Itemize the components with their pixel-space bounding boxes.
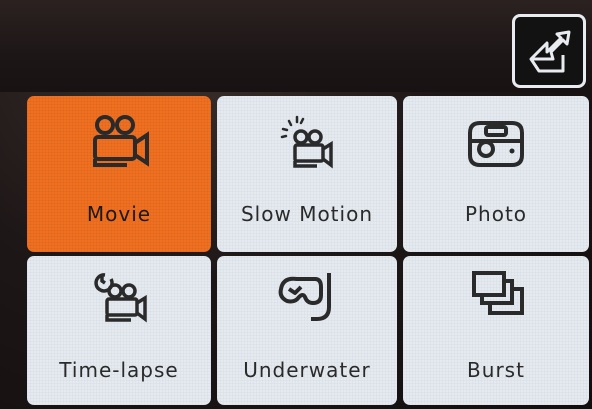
mode-tile-time-lapse[interactable]: Time-lapse bbox=[27, 256, 211, 405]
diving-mask-icon bbox=[278, 273, 331, 321]
mode-label: Slow Motion bbox=[240, 202, 373, 226]
photo-camera-icon bbox=[468, 121, 524, 167]
back-button[interactable] bbox=[512, 14, 586, 88]
slow-motion-camera-icon bbox=[280, 115, 333, 169]
return-arrow-icon bbox=[529, 30, 571, 73]
mode-label: Burst bbox=[467, 358, 525, 382]
mode-grid: Movie Slow Motion Photo Time-lapse Under… bbox=[24, 96, 592, 409]
mode-tile-burst[interactable]: Burst bbox=[403, 256, 589, 405]
mode-label: Movie bbox=[86, 202, 152, 226]
mode-tile-photo[interactable]: Photo bbox=[403, 96, 589, 252]
top-bar bbox=[0, 0, 592, 92]
mode-label: Underwater bbox=[243, 358, 371, 382]
camera-mode-screen: Movie Slow Motion Photo Time-lapse Under… bbox=[0, 0, 592, 409]
movie-camera-icon bbox=[93, 115, 149, 167]
mode-tile-underwater[interactable]: Underwater bbox=[217, 256, 397, 405]
mode-label: Time-lapse bbox=[59, 358, 179, 382]
burst-frames-icon bbox=[472, 271, 524, 315]
mode-tile-slow-motion[interactable]: Slow Motion bbox=[217, 96, 397, 252]
time-lapse-camera-icon bbox=[94, 273, 147, 323]
mode-tile-movie[interactable]: Movie bbox=[27, 96, 211, 252]
mode-label: Photo bbox=[464, 202, 528, 226]
